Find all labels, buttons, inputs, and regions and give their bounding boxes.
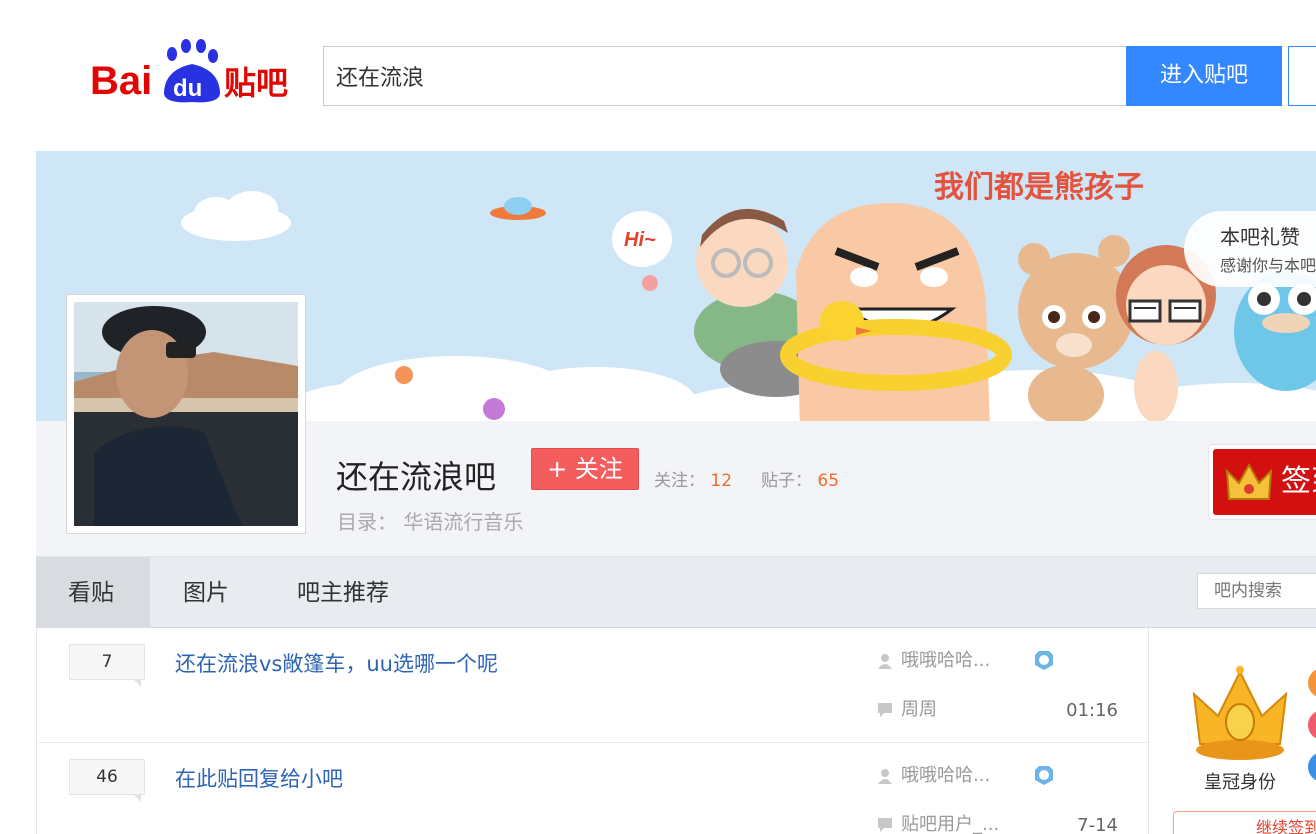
forum-name[interactable]: 还在流浪吧 (336, 452, 496, 498)
praise-subtitle: 感谢你与本吧 (1220, 256, 1316, 275)
catalog-label: 目录： (337, 510, 397, 534)
thread-title[interactable]: 还在流浪vs敞篷车，uu选哪一个呢 (175, 648, 498, 678)
svg-text:du: du (173, 75, 202, 102)
posts-stat-label: 贴子： (761, 471, 812, 491)
thread-row: 46 在此贴回复给小吧 哦哦哈哈... 贴吧用户_... 7-14 (37, 743, 1148, 834)
user-icon (878, 769, 892, 784)
continue-sign-button[interactable]: 继续签到 (1173, 811, 1316, 834)
last-reply-user: 周周 (877, 698, 937, 722)
thread-title[interactable]: 在此贴回复给小吧 (175, 763, 343, 793)
enter-forum-button[interactable]: 进入贴吧 (1126, 46, 1282, 106)
follow-stat: 关注： 12 (654, 466, 732, 491)
sign-in-button[interactable]: 签到 (1213, 449, 1316, 515)
user-icon (878, 654, 892, 669)
search-input[interactable] (323, 46, 1127, 106)
thread-author: 哦哦哈哈... (877, 764, 990, 788)
hi-text: Hi~ (624, 229, 656, 251)
thread-row: 7 还在流浪vs敞篷车，uu选哪一个呢 哦哦哈哈... 周周 01:16 (37, 628, 1148, 743)
tab-pictures[interactable]: 图片 (183, 557, 229, 627)
crown-icon (1225, 462, 1273, 500)
crown-identity-label: 皇冠身份 (1204, 772, 1276, 793)
posts-stat: 贴子： 65 (761, 466, 839, 491)
tab-recommended[interactable]: 吧主推荐 (297, 557, 389, 627)
last-reply-name[interactable]: 贴吧用户_... (901, 814, 999, 834)
thread-list: 7 还在流浪vs敞篷车，uu选哪一个呢 哦哦哈哈... 周周 01:16 46 … (36, 628, 1149, 834)
forum-search-input[interactable] (1197, 573, 1316, 609)
thread-author: 哦哦哈哈... (877, 649, 990, 673)
reply-count: 46 (69, 759, 145, 802)
level-badge-icon[interactable] (1033, 764, 1055, 786)
svg-text:Bai: Bai (90, 59, 152, 103)
reply-icon (878, 818, 892, 832)
author-name[interactable]: 哦哦哈哈... (901, 650, 990, 671)
level-badge-icon[interactable] (1033, 649, 1055, 671)
tab-threads[interactable]: 看贴 (36, 557, 150, 627)
forum-tabs: 看贴 图片 吧主推荐 (36, 557, 1316, 628)
last-reply-user: 贴吧用户_... (877, 813, 999, 834)
catalog-value[interactable]: 华语流行音乐 (403, 510, 523, 534)
forum-catalog: 目录： 华语流行音乐 (337, 506, 523, 535)
reply-icon (878, 703, 892, 717)
sign-box: 签到 (1208, 444, 1316, 520)
praise-bubble[interactable]: 本吧礼赞 感谢你与本吧 (1184, 211, 1316, 287)
search-all-button[interactable] (1288, 46, 1316, 106)
posts-count: 65 (817, 471, 840, 491)
thread-time: 01:16 (1066, 700, 1118, 721)
forum-avatar[interactable] (66, 294, 306, 534)
last-reply-name[interactable]: 周周 (901, 699, 937, 720)
author-name[interactable]: 哦哦哈哈... (901, 765, 990, 786)
follow-count: 12 (710, 471, 733, 491)
praise-title: 本吧礼赞 (1220, 225, 1300, 249)
svg-text:贴吧: 贴吧 (224, 64, 288, 102)
crown-identity-icon[interactable] (1190, 664, 1290, 766)
reply-count: 7 (69, 644, 145, 687)
banner-slogan: 我们都是熊孩子 (934, 170, 1144, 205)
baidu-tieba-logo[interactable]: Bai du 贴吧 (88, 34, 298, 104)
sign-in-label: 签到 (1281, 464, 1316, 499)
follow-button[interactable]: + 关注 (531, 448, 639, 490)
thread-time: 7-14 (1077, 815, 1118, 834)
follow-stat-label: 关注： (654, 471, 705, 491)
